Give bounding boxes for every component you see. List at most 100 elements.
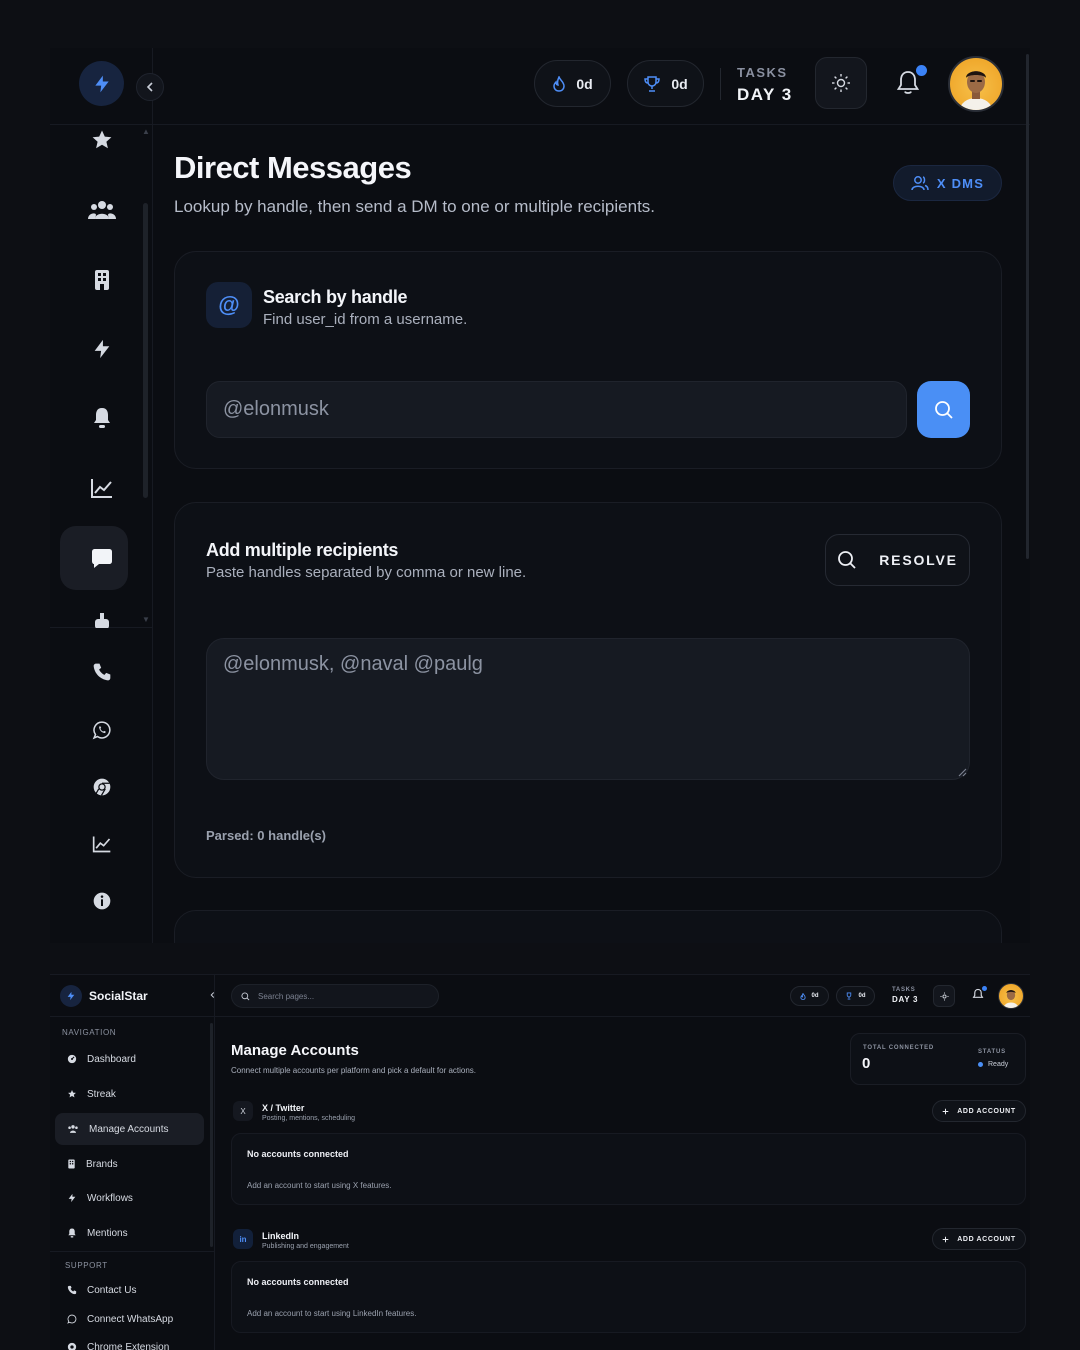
recipients-card-title: Add multiple recipients bbox=[206, 540, 399, 560]
sidebar-item-dashboard[interactable]: Dashboard bbox=[55, 1043, 204, 1075]
add-account-label: ADD ACCOUNT bbox=[957, 1235, 1016, 1243]
tasks-day: DAY 3 bbox=[892, 995, 919, 1004]
sidebar-item-analytics-2[interactable] bbox=[82, 824, 122, 864]
star-icon bbox=[68, 1090, 76, 1098]
sidebar-item-whatsapp[interactable] bbox=[82, 710, 122, 750]
total-connected-value: 0 bbox=[862, 1055, 871, 1072]
handle-search-input[interactable]: @elonmusk bbox=[206, 381, 907, 438]
tasks-day: DAY 3 bbox=[737, 85, 793, 104]
main-scrollbar[interactable] bbox=[1026, 54, 1029, 559]
flame-icon bbox=[800, 992, 807, 1000]
status-label: STATUS bbox=[978, 1049, 1006, 1055]
sidebar-scrollbar[interactable] bbox=[210, 1023, 213, 1247]
tasks-label: TASKS bbox=[737, 65, 788, 80]
resolve-button[interactable]: RESOLVE bbox=[825, 534, 970, 586]
sidebar-item-brands[interactable] bbox=[82, 260, 122, 300]
trophy-icon bbox=[644, 75, 661, 92]
tasks-indicator: TASKS DAY 3 bbox=[737, 65, 793, 105]
trophy-pill[interactable]: 0d bbox=[627, 60, 704, 107]
recipients-card-subtitle: Paste handles separated by comma or new … bbox=[206, 564, 527, 581]
plus-icon bbox=[942, 1108, 949, 1114]
sun-icon bbox=[939, 991, 949, 1001]
x-dms-label: X DMS bbox=[936, 175, 985, 191]
sidebar-item-manage-accounts[interactable] bbox=[82, 190, 122, 230]
sidebar-item-label: Dashboard bbox=[87, 1053, 136, 1065]
sidebar-item-mentions[interactable] bbox=[82, 398, 122, 438]
whatsapp-icon bbox=[67, 1314, 77, 1324]
theme-toggle-button[interactable] bbox=[933, 985, 955, 1007]
linkedin-icon: in bbox=[233, 1229, 253, 1249]
add-x-account-button[interactable]: ADD ACCOUNT bbox=[932, 1100, 1026, 1122]
support-section-label: SUPPORT bbox=[65, 1261, 108, 1270]
app-logo[interactable] bbox=[60, 985, 82, 1007]
x-empty-state bbox=[231, 1133, 1026, 1205]
trophy-pill[interactable]: 0d bbox=[836, 986, 875, 1006]
search-button[interactable] bbox=[917, 381, 970, 438]
x-dms-badge[interactable]: X DMS bbox=[893, 165, 1002, 201]
sidebar-item-streak[interactable] bbox=[82, 120, 122, 160]
sidebar-item-analytics[interactable] bbox=[82, 468, 122, 508]
divider bbox=[720, 68, 721, 100]
avatar-person-icon bbox=[960, 71, 992, 110]
sidebar-item-about[interactable] bbox=[82, 881, 122, 921]
connection-stats bbox=[850, 1033, 1026, 1085]
sidebar-item-partial[interactable] bbox=[82, 606, 122, 628]
search-icon bbox=[934, 400, 953, 419]
chart-line-icon bbox=[91, 479, 112, 498]
scroll-up-arrow[interactable]: ▲ bbox=[142, 128, 150, 136]
linkedin-empty-state bbox=[231, 1261, 1026, 1333]
search-icon bbox=[838, 551, 856, 569]
sidebar-item-label: Connect WhatsApp bbox=[87, 1313, 174, 1325]
divider bbox=[215, 1016, 1030, 1017]
sidebar-item-brands[interactable]: Brands bbox=[55, 1148, 204, 1180]
app-logo[interactable] bbox=[79, 61, 124, 106]
sidebar-item-contact-us[interactable] bbox=[82, 652, 122, 692]
add-account-label: ADD ACCOUNT bbox=[957, 1107, 1016, 1115]
platform-name: X / Twitter bbox=[262, 1103, 305, 1113]
chevron-left-icon bbox=[146, 82, 153, 92]
flame-icon bbox=[553, 75, 566, 92]
theme-toggle-button[interactable] bbox=[815, 57, 867, 109]
empty-state-subtitle: Add an account to start using X features… bbox=[247, 1181, 392, 1190]
resize-handle[interactable] bbox=[958, 768, 967, 777]
sidebar-item-chrome-extension[interactable] bbox=[82, 767, 122, 807]
collapse-sidebar-button[interactable] bbox=[136, 73, 164, 101]
building-icon bbox=[95, 270, 109, 290]
sidebar-item-streak[interactable]: Streak bbox=[55, 1078, 204, 1110]
user-avatar[interactable] bbox=[948, 56, 1004, 112]
scroll-down-arrow[interactable]: ▼ bbox=[142, 616, 150, 624]
streak-pill[interactable]: 0d bbox=[534, 60, 611, 107]
page-title: Manage Accounts bbox=[231, 1042, 359, 1059]
sidebar-item-label: Workflows bbox=[87, 1192, 133, 1204]
at-badge: @ bbox=[206, 282, 252, 328]
sidebar-item-manage-accounts[interactable]: Manage Accounts bbox=[55, 1113, 204, 1145]
sidebar-item-chrome-extension[interactable]: Chrome Extension bbox=[55, 1331, 204, 1350]
platform-description: Publishing and engagement bbox=[262, 1243, 349, 1250]
collapse-sidebar-button[interactable] bbox=[210, 991, 220, 1001]
brand-name: SocialStar bbox=[89, 989, 148, 1003]
status-indicator: Ready bbox=[978, 1061, 1008, 1068]
divider bbox=[153, 124, 1030, 125]
sidebar-scrollbar[interactable] bbox=[143, 203, 148, 498]
phone-icon bbox=[93, 663, 111, 681]
sidebar-item-workflows[interactable] bbox=[82, 329, 122, 369]
search-card-title: Search by handle bbox=[263, 287, 408, 307]
phone-icon bbox=[67, 1285, 77, 1295]
trophy-value: 0d bbox=[671, 75, 688, 92]
divider bbox=[50, 1016, 215, 1017]
sun-icon bbox=[832, 74, 850, 92]
sidebar-item-workflows[interactable]: Workflows bbox=[55, 1182, 204, 1214]
streak-pill[interactable]: 0d bbox=[790, 986, 829, 1006]
robot-icon bbox=[95, 613, 109, 628]
total-connected-label: TOTAL CONNECTED bbox=[863, 1045, 935, 1051]
sidebar-item-contact-us[interactable]: Contact Us bbox=[55, 1274, 204, 1306]
lightning-icon bbox=[94, 339, 110, 359]
recipients-textarea[interactable]: @elonmusk, @naval @paulg bbox=[206, 638, 970, 780]
user-avatar[interactable] bbox=[998, 983, 1024, 1009]
add-linkedin-account-button[interactable]: ADD ACCOUNT bbox=[932, 1228, 1026, 1250]
platform-name: LinkedIn bbox=[262, 1231, 300, 1241]
sidebar-item-mentions[interactable]: Mentions bbox=[55, 1217, 204, 1249]
search-pages-input[interactable]: Search pages... bbox=[231, 984, 439, 1008]
sidebar-item-label: Chrome Extension bbox=[87, 1341, 170, 1350]
dm-screen: ▲ ▼ 0d 0d TASKS DAY 3 Direct Messages Lo… bbox=[50, 48, 1030, 943]
